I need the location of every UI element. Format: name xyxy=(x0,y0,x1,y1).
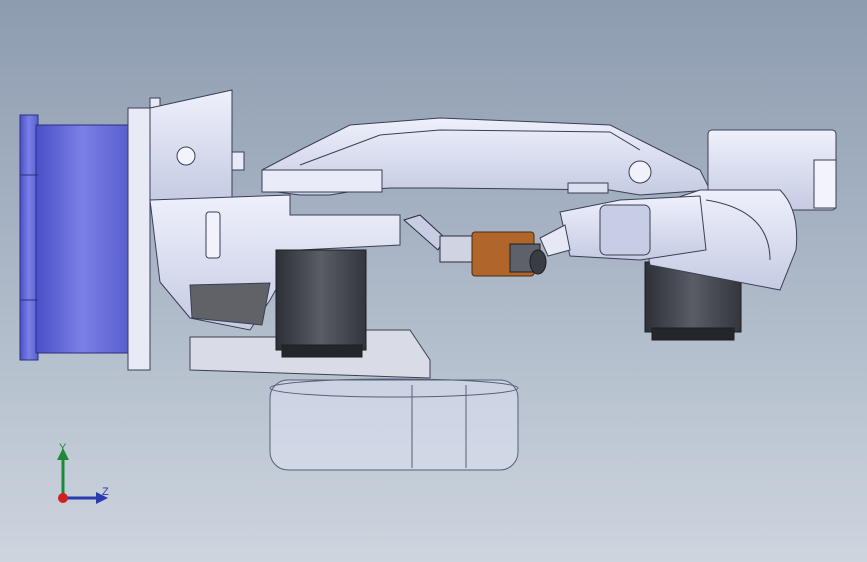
upper-arm-link[interactable] xyxy=(261,117,711,196)
base-housing[interactable] xyxy=(269,378,519,471)
servo-motor-left[interactable] xyxy=(275,249,367,358)
end-effector-tool[interactable] xyxy=(403,214,547,277)
forearm[interactable] xyxy=(539,195,707,261)
graphics-viewport[interactable]: Y Z xyxy=(0,0,867,562)
robot-arm-model[interactable] xyxy=(0,0,867,562)
y-axis-label: Y xyxy=(59,442,67,454)
motor-flange[interactable] xyxy=(19,114,129,361)
origin-point xyxy=(58,493,68,503)
coordinate-triad xyxy=(57,448,108,504)
z-axis-label: Z xyxy=(102,486,109,498)
